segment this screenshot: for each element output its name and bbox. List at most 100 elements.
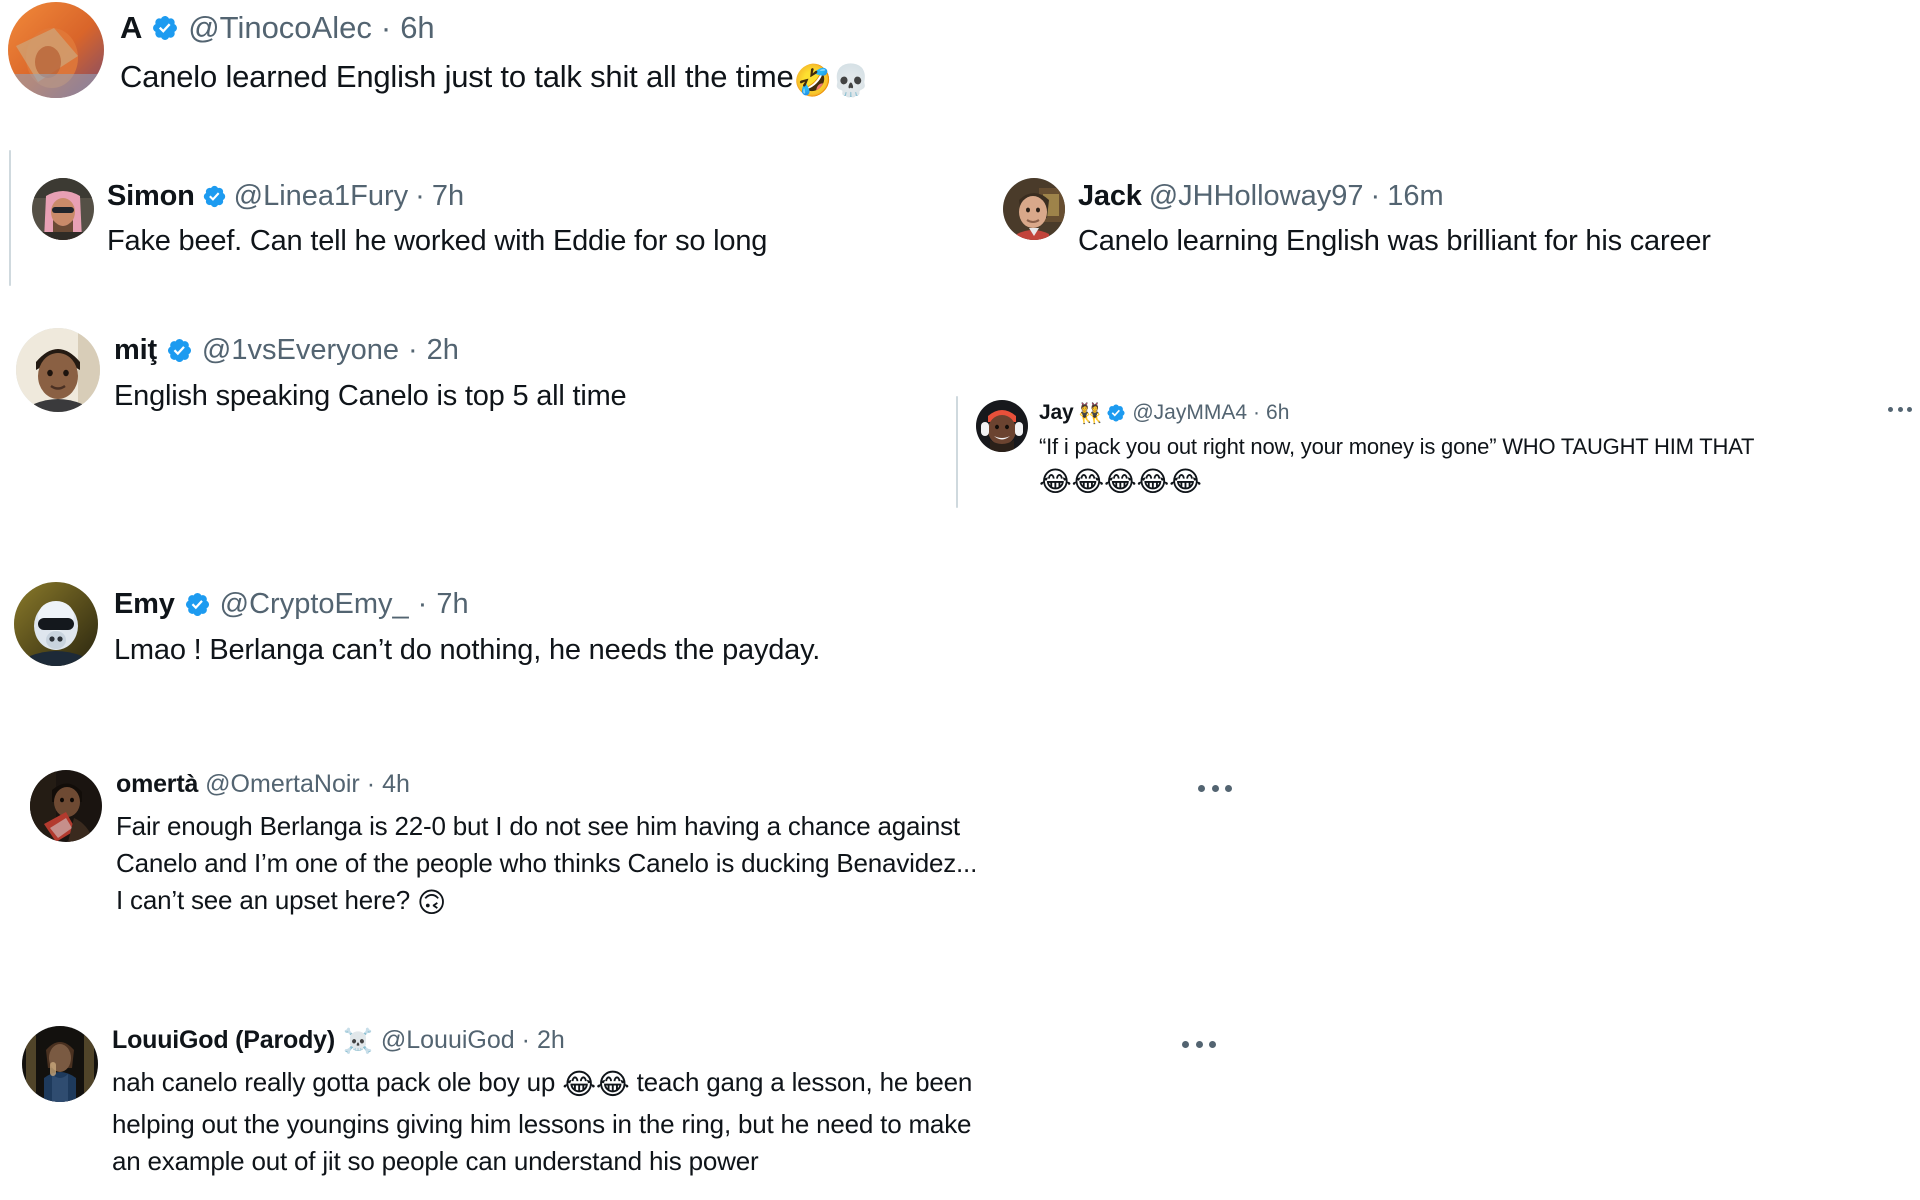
thread-line-right bbox=[956, 396, 958, 508]
timestamp[interactable]: 6h bbox=[1266, 402, 1289, 423]
timestamp[interactable]: 7h bbox=[432, 182, 464, 211]
timestamp[interactable]: 6h bbox=[400, 12, 434, 43]
tweet-text: Fake beef. Can tell he worked with Eddie… bbox=[107, 225, 768, 257]
separator-dot: · bbox=[366, 770, 376, 798]
tweet-omertanoir[interactable]: omertà @OmertaNoir · 4h Fair enough Berl… bbox=[30, 770, 1232, 923]
avatar-image-cryptoemy bbox=[14, 582, 98, 666]
more-options-icon[interactable] bbox=[1182, 1040, 1216, 1048]
tweet-meta: A @TinocoAlec · 6h bbox=[120, 12, 870, 43]
tweet-meta: Emy @CryptoEmy_ · 7h bbox=[114, 590, 820, 619]
display-name[interactable]: Jack bbox=[1078, 182, 1142, 211]
display-name[interactable]: Emy bbox=[114, 590, 175, 619]
tweet-text-line-1a: nah canelo really gotta pack ole boy up bbox=[112, 1067, 563, 1097]
separator-dot: · bbox=[417, 588, 428, 620]
timestamp[interactable]: 4h bbox=[382, 772, 410, 797]
handle[interactable]: @CryptoEmy_ bbox=[220, 590, 409, 619]
avatar[interactable] bbox=[1003, 178, 1065, 240]
separator-dot: · bbox=[408, 334, 418, 366]
separator-dot: · bbox=[521, 1026, 530, 1054]
avatar-image-jhholloway97 bbox=[1003, 178, 1065, 240]
avatar-image-1vseveryone bbox=[16, 328, 100, 412]
avatar[interactable] bbox=[16, 328, 100, 412]
handle[interactable]: @1vsEveryone bbox=[202, 336, 399, 365]
tweet-text: Canelo learned English just to talk shit… bbox=[120, 57, 871, 101]
avatar[interactable] bbox=[30, 770, 102, 842]
display-name[interactable]: A bbox=[120, 12, 142, 43]
tweet-meta: miţ @1vsEveryone · 2h bbox=[114, 336, 626, 365]
avatar[interactable] bbox=[22, 1026, 98, 1102]
tweet-text-body: Canelo learned English just to talk shit… bbox=[120, 59, 794, 94]
tweet-meta: omertà @OmertaNoir · 4h bbox=[116, 772, 1230, 797]
tweet-meta: Jay 👯 @JayMMA4 · 6h bbox=[1039, 402, 1920, 423]
skull-crossbones-icon: ☠️ bbox=[342, 1026, 373, 1055]
avatar[interactable] bbox=[32, 178, 94, 240]
tweet-text-line-3-body: I can’t see an upset here? bbox=[116, 884, 418, 915]
tweet-text-line-1: Fair enough Berlanga is 22-0 but I do no… bbox=[116, 811, 960, 841]
tweet-jaymma4[interactable]: Jay 👯 @JayMMA4 · 6h “If i pack you out r… bbox=[976, 400, 1920, 501]
verified-badge-icon bbox=[1106, 403, 1126, 423]
handle[interactable]: @JayMMA4 bbox=[1132, 402, 1247, 423]
tweet-text-line-2: helping out the youngins giving him less… bbox=[112, 1108, 972, 1139]
joy-emoji: 😂😂 bbox=[562, 1067, 630, 1102]
tweet-text-line-3: an example out of jit so people can unde… bbox=[112, 1145, 759, 1176]
name-emoji: 👯 bbox=[1077, 400, 1103, 425]
tweet-tinocoalec[interactable]: A @TinocoAlec · 6h Canelo learned Englis… bbox=[8, 2, 1188, 101]
handle[interactable]: @OmertaNoir bbox=[205, 772, 360, 797]
trailing-emoji: 😂😂😂😂😂 bbox=[1039, 464, 1202, 498]
thread-line-left bbox=[9, 150, 11, 286]
separator-dot: · bbox=[1253, 401, 1261, 424]
avatar[interactable] bbox=[976, 400, 1028, 452]
avatar-image-linea1fury bbox=[32, 178, 94, 240]
handle[interactable]: @TinocoAlec bbox=[188, 12, 372, 43]
display-name[interactable]: Jay bbox=[1039, 402, 1074, 423]
tweet-meta: Jack @JHHolloway97 · 16m bbox=[1078, 182, 1711, 211]
tweet-text: English speaking Canelo is top 5 all tim… bbox=[114, 380, 627, 412]
separator-dot: · bbox=[380, 10, 392, 45]
more-options-icon[interactable] bbox=[1888, 406, 1912, 412]
tweet-1vseveryone[interactable]: miţ @1vsEveryone · 2h English speaking C… bbox=[16, 328, 956, 415]
verified-badge-icon bbox=[166, 337, 193, 364]
tweet-text: “If i pack you out right now, your money… bbox=[1039, 432, 1920, 501]
tweet-text-line-1b: teach gang a lesson, he been bbox=[629, 1067, 973, 1097]
timestamp[interactable]: 2h bbox=[427, 336, 459, 365]
timestamp[interactable]: 7h bbox=[436, 590, 468, 619]
verified-badge-icon bbox=[184, 591, 211, 618]
avatar-image-louuigod bbox=[22, 1026, 98, 1102]
tweet-text: Canelo learning English was brilliant fo… bbox=[1078, 225, 1711, 257]
more-options-icon[interactable] bbox=[1198, 784, 1232, 792]
timestamp[interactable]: 16m bbox=[1387, 182, 1443, 211]
tweet-text: nah canelo really gotta pack ole boy up … bbox=[112, 1064, 1232, 1179]
tweet-text-line-3: I can’t see an upset here? 🙃 bbox=[116, 882, 1230, 923]
tweet-meta: LouuiGod (Parody) ☠️ @LouuiGod · 2h bbox=[112, 1028, 1232, 1053]
trailing-emoji: 🤣💀 bbox=[793, 62, 871, 99]
tweet-linea1fury[interactable]: Simon @Linea1Fury · 7h Fake beef. Can te… bbox=[32, 178, 962, 260]
tweet-louuigod[interactable]: LouuiGod (Parody) ☠️ @LouuiGod · 2h nah … bbox=[22, 1026, 1232, 1179]
avatar-image-jaymma4 bbox=[976, 400, 1028, 452]
avatar-image-tinocoalec bbox=[8, 2, 104, 98]
display-name[interactable]: omertà bbox=[116, 772, 198, 797]
upside-down-face-emoji: 🙃 bbox=[417, 886, 447, 920]
tweet-text: Fair enough Berlanga is 22-0 but I do no… bbox=[116, 808, 1230, 923]
avatar-image-omertanoir bbox=[30, 770, 102, 842]
display-name[interactable]: miţ bbox=[114, 336, 157, 365]
separator-dot: · bbox=[1370, 180, 1381, 212]
avatar[interactable] bbox=[14, 582, 98, 666]
display-name[interactable]: Simon bbox=[107, 182, 195, 211]
timestamp[interactable]: 2h bbox=[537, 1028, 565, 1053]
tweet-meta: Simon @Linea1Fury · 7h bbox=[107, 182, 767, 211]
verified-badge-icon bbox=[151, 14, 179, 42]
verified-badge-icon bbox=[202, 184, 227, 209]
tweet-collage: A @TinocoAlec · 6h Canelo learned Englis… bbox=[0, 0, 1920, 1200]
avatar[interactable] bbox=[8, 2, 104, 98]
handle[interactable]: @Linea1Fury bbox=[234, 182, 409, 211]
tweet-text-line-1: nah canelo really gotta pack ole boy up … bbox=[112, 1064, 1232, 1106]
separator-dot: · bbox=[415, 180, 425, 212]
tweet-text-line-2: Canelo and I’m one of the people who thi… bbox=[116, 847, 978, 878]
tweet-jhholloway97[interactable]: Jack @JHHolloway97 · 16m Canelo learning… bbox=[1003, 178, 1920, 260]
display-name[interactable]: LouuiGod (Parody) bbox=[112, 1028, 335, 1053]
tweet-text: Lmao ! Berlanga can’t do nothing, he nee… bbox=[114, 634, 821, 666]
handle[interactable]: @JHHolloway97 bbox=[1149, 182, 1364, 211]
tweet-text-body: “If i pack you out right now, your money… bbox=[1039, 434, 1755, 459]
tweet-cryptoemy[interactable]: Emy @CryptoEmy_ · 7h Lmao ! Berlanga can… bbox=[14, 582, 1194, 669]
handle[interactable]: @LouuiGod bbox=[381, 1028, 515, 1053]
